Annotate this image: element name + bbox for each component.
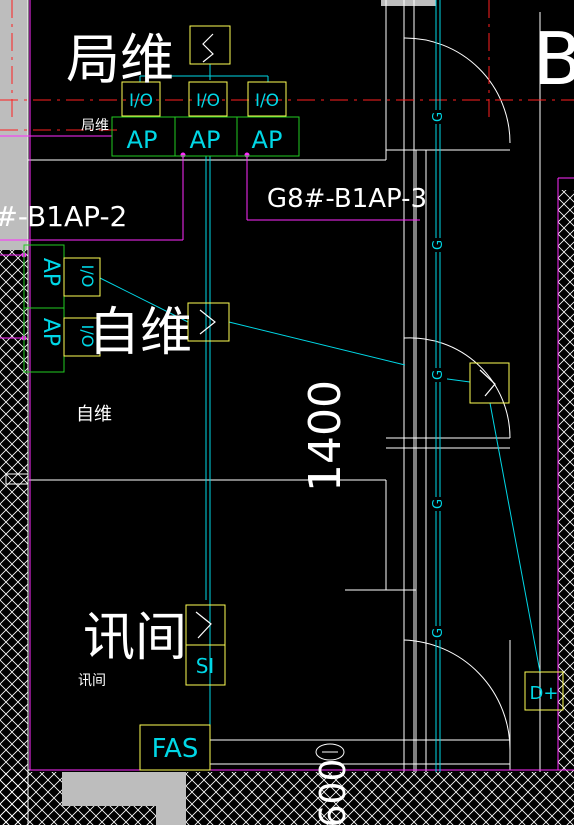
room-label-mid: 自维: [88, 303, 192, 363]
fas-label: FAS: [152, 734, 199, 764]
middle-switch[interactable]: [187, 302, 230, 342]
room-label-bottom: 讯间: [83, 608, 187, 668]
si-label: SI: [196, 654, 215, 678]
io-label-3: I/O: [255, 91, 279, 111]
room-label-top: 局维: [66, 28, 174, 91]
switch-icon: [202, 33, 214, 63]
io-label-2: I/O: [196, 91, 220, 111]
room-label-top-small: 局维: [81, 118, 109, 134]
dimension-label: 1400: [300, 380, 351, 492]
room-label-bottom-small: 讯间: [78, 673, 106, 689]
io-label-left-1: I/O: [78, 265, 97, 288]
top-post-gray: [381, 0, 436, 6]
io-outlet-3[interactable]: I/O: [247, 81, 287, 117]
floor-drain: [315, 743, 345, 761]
room-label-mid-small: 自维: [76, 404, 112, 425]
g-tag-5: G: [431, 628, 446, 638]
top-switch[interactable]: [189, 25, 231, 65]
switch-icon: [199, 309, 216, 335]
right-switch[interactable]: [469, 362, 510, 404]
door-swings: [403, 37, 511, 751]
ap-label-1[interactable]: AP: [127, 126, 158, 154]
fas-panel[interactable]: FAS: [139, 724, 211, 771]
g-tag-1: G: [431, 112, 446, 122]
g-tag-4: G: [431, 499, 446, 509]
g-tag-2: G: [431, 240, 446, 250]
bottom-wall-hatch: [186, 772, 574, 825]
bottom-slab-gray: [62, 772, 186, 806]
bottom-strip-hatch: [62, 806, 156, 825]
io-outlet-left-1[interactable]: I/O: [63, 257, 101, 297]
io-outlet-2[interactable]: I/O: [188, 81, 228, 117]
bottom-switch[interactable]: [185, 604, 226, 646]
cad-drawing-canvas: G G G G G I/O I/O I/O AP AP AP AP AP I/O…: [0, 0, 574, 825]
ap-label-left-2[interactable]: AP: [38, 318, 63, 346]
switch-icon: [195, 611, 212, 639]
cable-label-ap2: 3#-B1AP-2: [0, 200, 127, 233]
g-tag-3: G: [431, 370, 446, 380]
cable-tags: G G G G G: [429, 110, 447, 640]
grid-axis-letter: B: [533, 17, 574, 101]
bottom-post-gray: [156, 806, 186, 825]
io-label-1: I/O: [129, 91, 153, 111]
bottom-left-hatch: [0, 772, 62, 825]
si-panel[interactable]: SI: [185, 644, 226, 686]
ap-label-2[interactable]: AP: [190, 126, 221, 154]
detector-device[interactable]: D+: [524, 671, 564, 711]
bottom-dimension-label: 600: [313, 759, 354, 825]
ap-label-left-1[interactable]: AP: [38, 258, 63, 286]
right-wall-hatch: [558, 190, 574, 772]
cable-label-ap3: G8#-B1AP-3: [267, 184, 427, 214]
detector-label: D+: [530, 683, 559, 704]
ap-label-3[interactable]: AP: [252, 126, 283, 154]
structure-blocks: [0, 0, 436, 825]
